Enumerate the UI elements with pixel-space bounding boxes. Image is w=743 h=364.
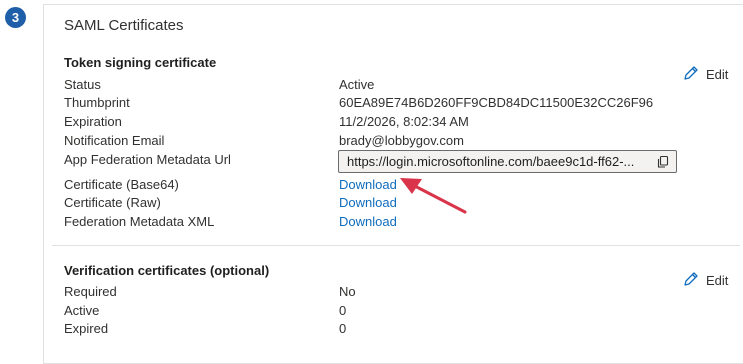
cert-base64-download-link[interactable]: Download bbox=[339, 177, 397, 192]
metadata-url-label: App Federation Metadata Url bbox=[64, 152, 231, 167]
annotation-arrow-icon bbox=[400, 178, 467, 214]
status-value: Active bbox=[339, 77, 375, 92]
cert-raw-download-link[interactable]: Download bbox=[339, 195, 397, 210]
token-signing-edit-button[interactable]: Edit bbox=[682, 64, 728, 85]
expiration-value: 11/2/2026, 8:02:34 AM bbox=[339, 114, 469, 129]
expiration-label: Expiration bbox=[64, 114, 122, 129]
required-value: No bbox=[339, 284, 356, 299]
expired-label: Expired bbox=[64, 321, 109, 336]
cert-raw-label: Certificate (Raw) bbox=[64, 195, 161, 210]
pencil-icon bbox=[682, 64, 700, 85]
required-label: Required bbox=[64, 284, 117, 299]
metadata-url-field[interactable]: https://login.microsoftonline.com/baee9c… bbox=[338, 150, 677, 173]
section-divider bbox=[52, 245, 740, 246]
token-signing-title: Token signing certificate bbox=[64, 55, 217, 70]
step-number-badge: 3 bbox=[5, 7, 26, 28]
verification-title: Verification certificates (optional) bbox=[64, 263, 270, 278]
notification-email-value: brady@lobbygov.com bbox=[339, 133, 464, 148]
edit-label: Edit bbox=[706, 67, 729, 82]
notification-email-label: Notification Email bbox=[64, 133, 165, 148]
status-label: Status bbox=[64, 77, 101, 92]
federation-xml-label: Federation Metadata XML bbox=[64, 214, 215, 229]
expired-value: 0 bbox=[339, 321, 347, 336]
pencil-icon bbox=[682, 270, 700, 291]
thumbprint-label: Thumbprint bbox=[64, 95, 130, 110]
copy-icon[interactable] bbox=[653, 152, 673, 172]
metadata-url-value: https://login.microsoftonline.com/baee9c… bbox=[347, 154, 635, 169]
verification-edit-button[interactable]: Edit bbox=[682, 270, 728, 291]
active-value: 0 bbox=[339, 303, 347, 318]
cert-base64-label: Certificate (Base64) bbox=[64, 177, 179, 192]
saml-certificates-panel: SAML Certificates Token signing certific… bbox=[43, 4, 743, 364]
thumbprint-value: 60EA89E74B6D260FF9CBD84DC11500E32CC26F96 bbox=[339, 95, 654, 110]
panel-title: SAML Certificates bbox=[64, 17, 184, 34]
federation-xml-download-link[interactable]: Download bbox=[339, 214, 397, 229]
edit-label: Edit bbox=[706, 273, 729, 288]
active-label: Active bbox=[64, 303, 100, 318]
